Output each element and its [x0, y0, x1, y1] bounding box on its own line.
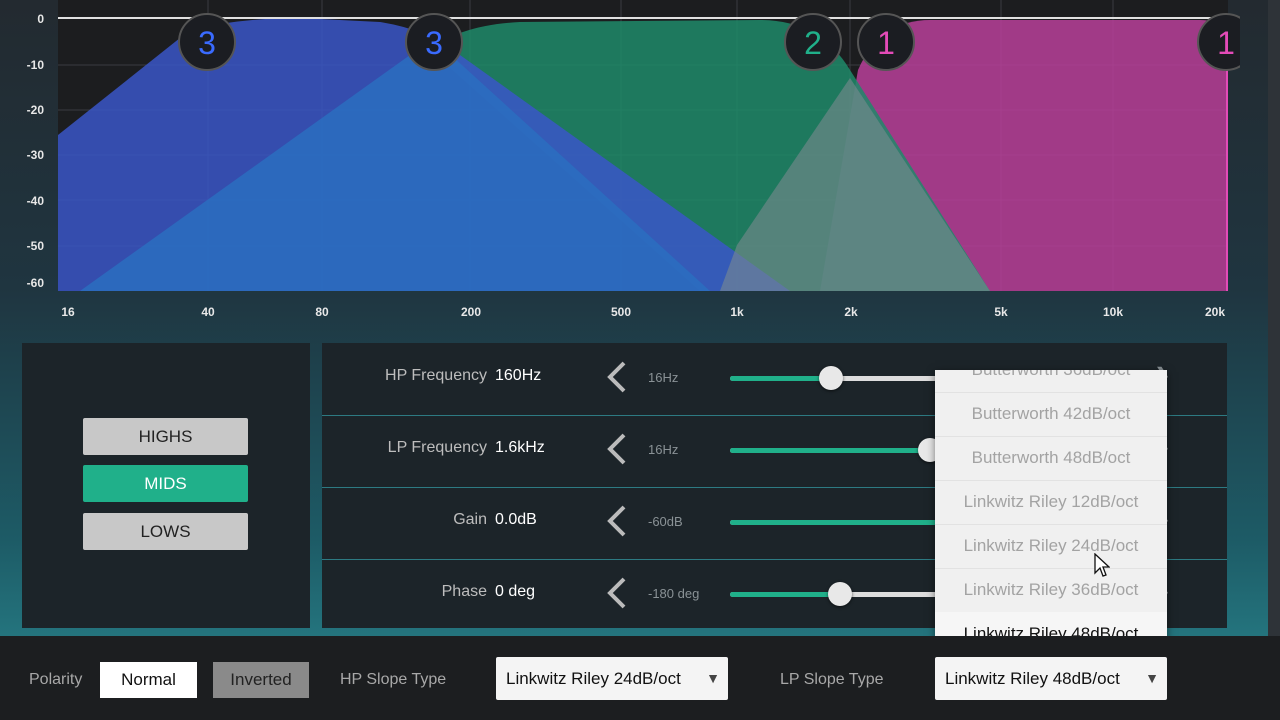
param-value: 1.6kHz: [495, 439, 545, 456]
polarity-label: Polarity: [29, 671, 83, 688]
hp-slope-type-label: HP Slope Type: [340, 671, 447, 688]
caret-down-icon: ▼: [706, 670, 720, 686]
band-select-panel: HIGHS MIDS LOWS: [22, 343, 310, 628]
lp-slope-dropdown-list[interactable]: Butterworth 36dB/oct Butterworth 42dB/oc…: [935, 370, 1167, 655]
select-value: Linkwitz Riley 48dB/oct: [945, 669, 1120, 688]
node-label: 1: [1217, 25, 1235, 61]
slider-knob[interactable]: [828, 582, 852, 606]
node-label: 2: [804, 25, 822, 61]
chevron-left-icon[interactable]: [604, 575, 630, 611]
x-axis-label: 500: [610, 305, 632, 319]
crossover-graph[interactable]: 3 3 2 1 1 0 -10 -20 -30 -40 -50 -60 16 4…: [0, 0, 1240, 330]
dropdown-option[interactable]: Linkwitz Riley 24dB/oct: [935, 524, 1167, 569]
polarity-normal-button[interactable]: Normal: [100, 662, 197, 698]
slider-knob[interactable]: [819, 366, 844, 390]
slider-fill: [730, 592, 840, 597]
x-axis-label: 20k: [1204, 305, 1226, 319]
slider-fill: [730, 376, 832, 381]
node-label: 1: [877, 25, 895, 61]
param-min-label: 16Hz: [648, 442, 679, 457]
param-label: HP Frequency: [385, 367, 487, 384]
band-node-lows-lp: 3: [405, 13, 463, 71]
lp-frequency-slider[interactable]: [730, 438, 950, 462]
polarity-inverted-button[interactable]: Inverted: [213, 662, 309, 698]
y-axis-label: -20: [26, 103, 44, 117]
x-axis-label: 200: [460, 305, 482, 319]
dropdown-option[interactable]: Linkwitz Riley 36dB/oct: [935, 568, 1167, 613]
y-axis-label: -10: [26, 58, 44, 72]
y-axis-label: -30: [26, 148, 44, 162]
param-value: 0.0dB: [495, 511, 537, 528]
select-value: Linkwitz Riley 24dB/oct: [506, 669, 681, 688]
scrollbar-strip[interactable]: [1268, 0, 1280, 640]
x-axis-label: 16: [61, 305, 75, 319]
param-label: LP Frequency: [387, 439, 487, 456]
node-label: 3: [198, 25, 216, 61]
param-label: Gain: [453, 511, 487, 528]
band-node-lows-hp: 3: [178, 13, 236, 71]
param-min-label: -180 deg: [648, 586, 700, 601]
y-axis-label: -50: [26, 239, 44, 253]
dropdown-option[interactable]: Butterworth 48dB/oct: [935, 436, 1167, 481]
lp-slope-type-label: LP Slope Type: [780, 671, 884, 688]
slider-fill: [730, 520, 950, 525]
caret-down-icon: ▼: [1145, 670, 1159, 686]
band-button-mids[interactable]: MIDS: [83, 465, 248, 502]
y-axis-label: -60: [26, 276, 44, 290]
y-axis-label: -40: [26, 194, 44, 208]
x-axis-label: 5k: [994, 305, 1008, 319]
dropdown-option[interactable]: Butterworth 42dB/oct: [935, 392, 1167, 437]
param-value: 160Hz: [495, 367, 542, 384]
hp-frequency-slider[interactable]: [730, 366, 950, 390]
slider-fill: [730, 448, 931, 453]
band-node-highs-hp: 1: [857, 13, 915, 71]
dropdown-option[interactable]: Butterworth 36dB/oct: [935, 370, 1167, 393]
dropdown-option[interactable]: Linkwitz Riley 12dB/oct: [935, 480, 1167, 525]
param-label: Phase: [441, 583, 487, 600]
param-min-label: 16Hz: [648, 370, 679, 385]
frequency-response-plot[interactable]: 3 3 2 1 1: [0, 0, 1240, 300]
lp-slope-type-select[interactable]: Linkwitz Riley 48dB/oct ▼: [935, 657, 1167, 700]
x-axis-label: 40: [201, 305, 215, 319]
band-button-highs[interactable]: HIGHS: [83, 418, 248, 455]
gain-slider[interactable]: [730, 510, 962, 534]
chevron-left-icon[interactable]: [604, 503, 630, 539]
y-axis-label: 0: [37, 12, 44, 26]
bottom-toolbar: Polarity Normal Inverted HP Slope Type L…: [0, 636, 1280, 720]
chevron-left-icon[interactable]: [604, 359, 630, 395]
x-axis-label: 1k: [730, 305, 744, 319]
band-button-lows[interactable]: LOWS: [83, 513, 248, 550]
chevron-left-icon[interactable]: [604, 431, 630, 467]
band-node-mids: 2: [784, 13, 842, 71]
node-label: 3: [425, 25, 443, 61]
param-min-label: -60dB: [648, 514, 683, 529]
param-value: 0 deg: [495, 583, 536, 600]
x-axis-label: 10k: [1102, 305, 1124, 319]
phase-slider[interactable]: [730, 582, 950, 606]
mouse-cursor-icon: [1094, 553, 1110, 577]
x-axis-label: 80: [315, 305, 329, 319]
x-axis-label: 2k: [844, 305, 858, 319]
hp-slope-type-select[interactable]: Linkwitz Riley 24dB/oct ▼: [496, 657, 728, 700]
